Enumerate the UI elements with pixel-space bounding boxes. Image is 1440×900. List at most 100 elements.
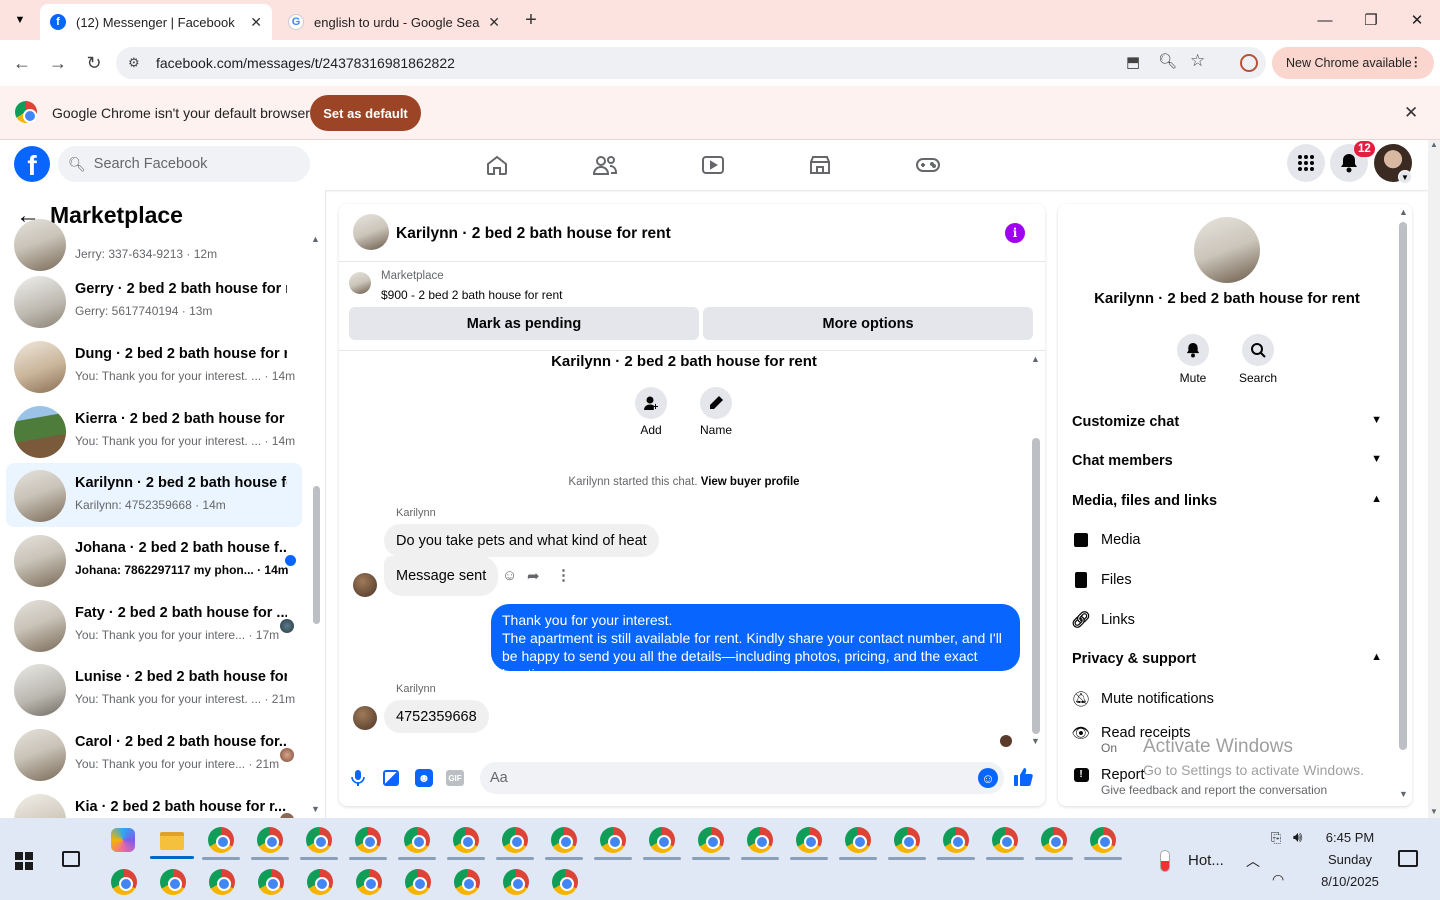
chrome-window-icon[interactable] bbox=[405, 869, 431, 895]
facebook-logo-icon[interactable]: f bbox=[14, 146, 50, 182]
chrome-window-icon[interactable] bbox=[551, 827, 577, 853]
restore-icon[interactable]: ❐ bbox=[1356, 8, 1386, 32]
menu-kebab-icon[interactable]: ⋮ bbox=[1410, 54, 1423, 69]
like-thumb-icon[interactable] bbox=[1013, 767, 1033, 792]
incoming-message[interactable]: Message sent bbox=[384, 556, 499, 596]
chat-header-title[interactable]: Karilynn · 2 bed 2 bath house for rent bbox=[396, 225, 671, 243]
bookmark-star-icon[interactable]: ☆ bbox=[1190, 51, 1205, 71]
profile-icon[interactable] bbox=[1240, 54, 1258, 72]
close-tab-icon[interactable]: ✕ bbox=[250, 14, 262, 31]
chrome-window-icon[interactable] bbox=[845, 827, 871, 853]
gif-icon[interactable]: GIF bbox=[446, 770, 464, 786]
conversation-item[interactable]: Kia · 2 bed 2 bath house for r... bbox=[6, 787, 302, 818]
facebook-search-input[interactable]: 🔍︎ Search Facebook bbox=[58, 146, 310, 182]
chrome-window-icon[interactable] bbox=[258, 869, 284, 895]
privacy-support-section[interactable]: Privacy & support ▲ bbox=[1072, 651, 1382, 667]
chrome-window-icon[interactable] bbox=[307, 869, 333, 895]
clock-day[interactable]: Sunday bbox=[1316, 852, 1384, 867]
notification-center-icon[interactable] bbox=[1398, 850, 1418, 867]
chrome-window-icon[interactable] bbox=[894, 827, 920, 853]
windows-start-icon[interactable] bbox=[15, 852, 33, 870]
home-icon[interactable] bbox=[483, 152, 511, 178]
conversation-item[interactable]: Jerry: 337-634-9213 · 12m bbox=[6, 212, 302, 276]
media-item[interactable]: Media bbox=[1072, 529, 1392, 551]
scroll-down-icon[interactable]: ▼ bbox=[311, 804, 320, 814]
name-chat-button[interactable] bbox=[700, 387, 732, 419]
task-view-icon[interactable] bbox=[62, 851, 80, 867]
marketplace-icon[interactable] bbox=[806, 152, 834, 178]
address-bar[interactable]: ⚙ facebook.com/messages/t/24378316981862… bbox=[116, 47, 1266, 79]
forward-icon[interactable]: → bbox=[45, 50, 71, 76]
account-chevron-icon[interactable]: ▼ bbox=[1398, 170, 1412, 184]
wifi-icon[interactable]: ◠ bbox=[1272, 871, 1284, 888]
more-actions-icon[interactable]: ⋮ bbox=[556, 566, 571, 584]
conversation-item[interactable]: Dung · 2 bed 2 bath house for r... You: … bbox=[6, 334, 302, 398]
friends-icon[interactable] bbox=[591, 152, 619, 178]
emoji-icon[interactable]: ☺ bbox=[978, 768, 998, 788]
incoming-message[interactable]: Do you take pets and what kind of heat bbox=[384, 524, 659, 557]
links-item[interactable]: 🔗︎ Links bbox=[1071, 609, 1392, 631]
incoming-message[interactable]: 4752359668 bbox=[384, 700, 489, 733]
more-options-button[interactable]: More options bbox=[703, 307, 1033, 340]
new-tab-icon[interactable]: + bbox=[520, 8, 542, 32]
scroll-down-icon[interactable]: ▼ bbox=[1399, 789, 1408, 799]
reply-icon[interactable]: ➦ bbox=[527, 567, 540, 585]
sticker-icon[interactable]: ☻ bbox=[415, 769, 433, 787]
add-people-button[interactable] bbox=[635, 387, 667, 419]
chrome-window-icon[interactable] bbox=[552, 869, 578, 895]
conversation-info-icon[interactable]: i bbox=[1005, 223, 1025, 243]
close-window-icon[interactable]: ✕ bbox=[1402, 8, 1432, 32]
view-buyer-profile-link[interactable]: View buyer profile bbox=[701, 476, 800, 488]
set-as-default-button[interactable]: Set as default bbox=[310, 95, 421, 131]
scroll-down-icon[interactable]: ▼ bbox=[1031, 736, 1040, 746]
copilot-icon[interactable] bbox=[111, 828, 135, 852]
conversation-item[interactable]: Lunise · 2 bed 2 bath house for ... You:… bbox=[6, 657, 302, 721]
chrome-window-icon[interactable] bbox=[160, 869, 186, 895]
tab-google-search[interactable]: G english to urdu - Google Search ✕ bbox=[278, 4, 510, 40]
conversation-item[interactable]: Faty · 2 bed 2 bath house for ... You: T… bbox=[6, 593, 302, 657]
chrome-window-icon[interactable] bbox=[208, 827, 234, 853]
close-tab-icon[interactable]: ✕ bbox=[488, 14, 500, 31]
chrome-window-icon[interactable] bbox=[454, 869, 480, 895]
meet-now-icon[interactable]: ⎘ bbox=[1271, 830, 1281, 846]
back-icon[interactable]: ← bbox=[9, 50, 35, 76]
chrome-window-icon[interactable] bbox=[796, 827, 822, 853]
info-scrollbar[interactable] bbox=[1399, 222, 1407, 750]
search-in-conversation-button[interactable] bbox=[1242, 334, 1274, 366]
sender-avatar[interactable] bbox=[353, 573, 377, 597]
video-icon[interactable] bbox=[699, 152, 727, 178]
conversation-list-scrollbar[interactable] bbox=[313, 486, 320, 624]
listing-detail[interactable]: $900 - 2 bed 2 bath house for rent bbox=[381, 288, 562, 302]
mute-button[interactable] bbox=[1177, 334, 1209, 366]
conversation-item[interactable]: Gerry · 2 bed 2 bath house for r... Gerr… bbox=[6, 269, 302, 333]
chrome-window-icon[interactable] bbox=[649, 827, 675, 853]
media-files-links-section[interactable]: Media, files and links ▲ bbox=[1072, 493, 1382, 509]
attach-photo-icon[interactable] bbox=[383, 770, 399, 786]
conversation-item[interactable]: Kierra · 2 bed 2 bath house for r... You… bbox=[6, 399, 302, 463]
message-input[interactable]: Aa ☺ bbox=[480, 762, 1004, 794]
chrome-window-icon[interactable] bbox=[306, 827, 332, 853]
chat-members-section[interactable]: Chat members ▼ bbox=[1072, 453, 1382, 469]
menu-grid-button[interactable] bbox=[1287, 144, 1325, 182]
reload-icon[interactable]: ↻ bbox=[81, 50, 107, 76]
chrome-window-icon[interactable] bbox=[209, 869, 235, 895]
site-info-icon[interactable]: ⚙ bbox=[128, 55, 140, 71]
scroll-up-icon[interactable]: ▲ bbox=[1031, 354, 1040, 364]
tab-messenger[interactable]: f (12) Messenger | Facebook ✕ bbox=[40, 4, 272, 40]
chrome-window-icon[interactable] bbox=[356, 869, 382, 895]
mute-notifications-item[interactable]: 🔕︎ Mute notifications bbox=[1071, 688, 1392, 710]
scroll-down-icon[interactable]: ▼ bbox=[1428, 807, 1440, 816]
volume-icon[interactable]: 🔊︎ bbox=[1293, 829, 1302, 846]
chat-header-avatar[interactable] bbox=[353, 214, 389, 250]
tab-search-button[interactable]: ▼ bbox=[8, 9, 32, 31]
install-app-icon[interactable]: ⬒ bbox=[1126, 53, 1140, 71]
chrome-window-icon[interactable] bbox=[404, 827, 430, 853]
scroll-up-icon[interactable]: ▲ bbox=[1399, 207, 1408, 217]
weather-text[interactable]: Hot... bbox=[1188, 852, 1224, 869]
minimize-icon[interactable]: — bbox=[1310, 8, 1340, 32]
chrome-window-icon[interactable] bbox=[698, 827, 724, 853]
files-item[interactable]: Files bbox=[1072, 569, 1392, 591]
chrome-window-icon[interactable] bbox=[992, 827, 1018, 853]
mark-as-pending-button[interactable]: Mark as pending bbox=[349, 307, 699, 340]
listing-thumbnail[interactable] bbox=[349, 272, 371, 294]
